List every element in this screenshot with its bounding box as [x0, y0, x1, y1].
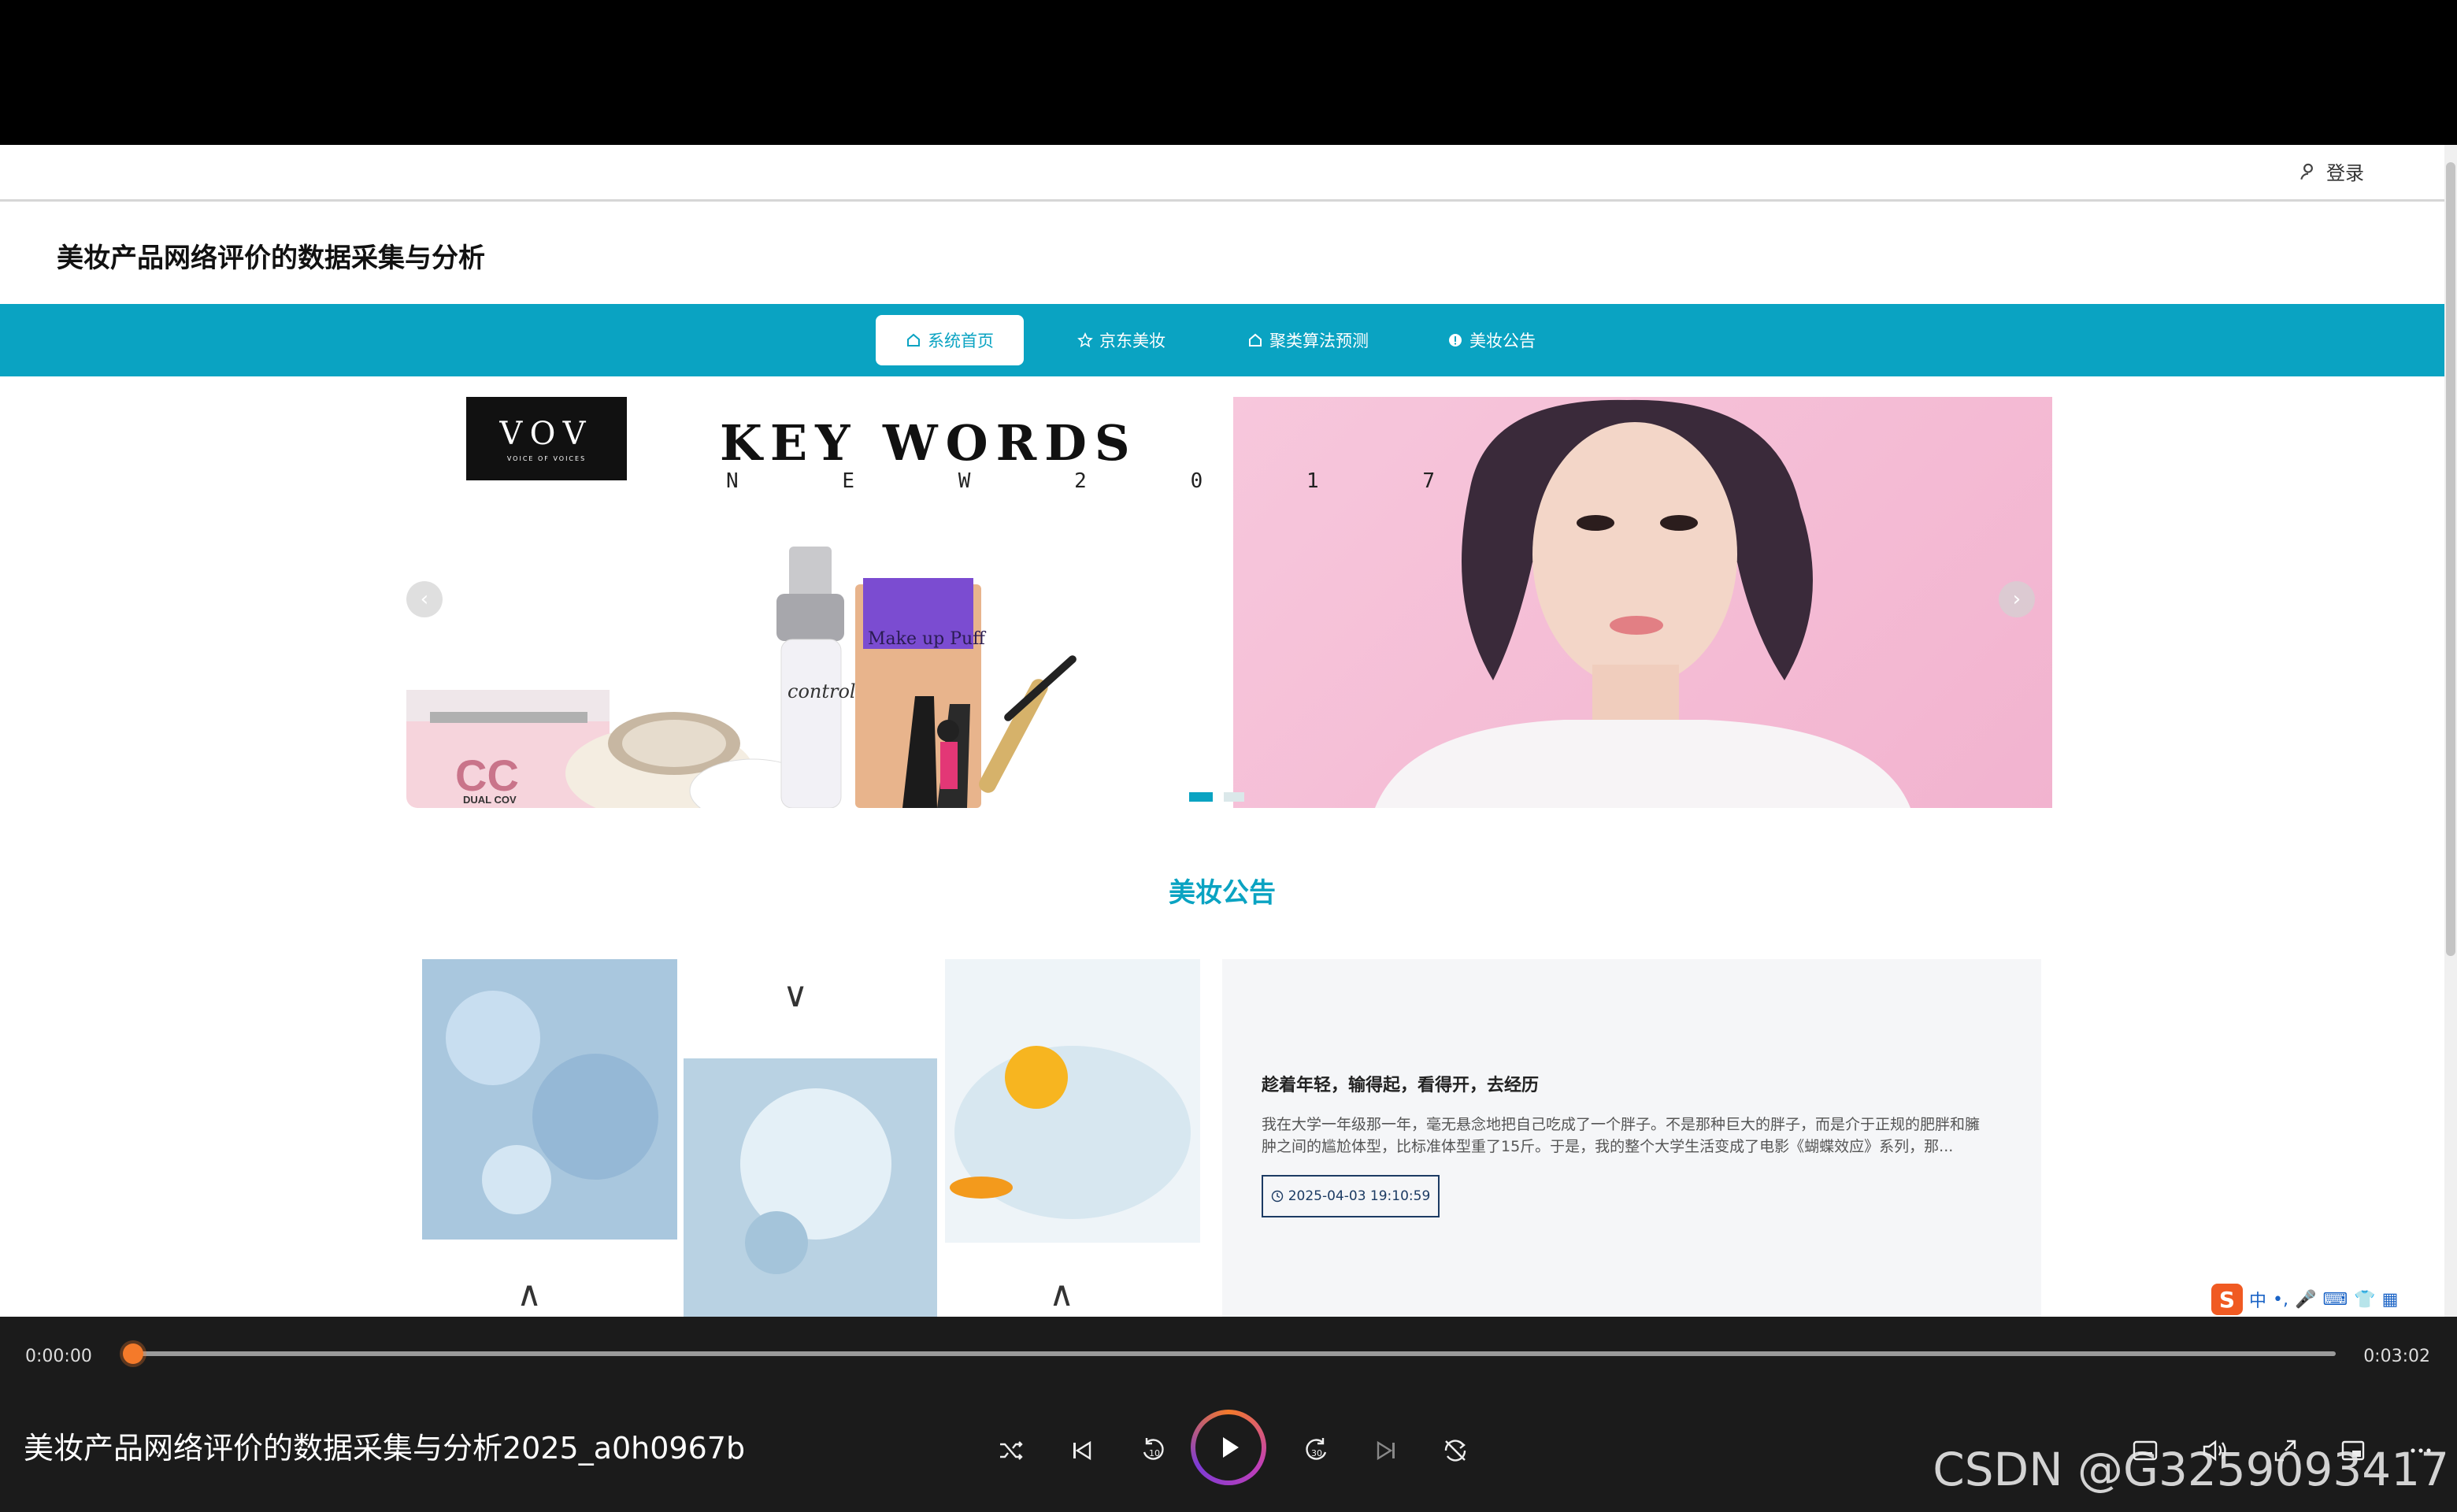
play-icon: [1223, 1437, 1239, 1458]
repeat-button[interactable]: [1438, 1433, 1473, 1468]
current-time: 0:00:00: [25, 1347, 92, 1366]
login-link[interactable]: 登录: [2298, 158, 2364, 185]
model-portrait: [1375, 399, 1910, 808]
skincare-collage: ∨ ∧ ∧: [422, 959, 1200, 1317]
notice-card: 趁着年轻，输得起，看得开，去经历 我在大学一年级那一年，毫无悬念地把自己吃成了一…: [1222, 959, 2041, 1317]
banner-carousel[interactable]: VOV VOICE OF VOICES KEY WORDS CC DUAL CO…: [406, 397, 2052, 808]
shuffle-button[interactable]: [994, 1433, 1028, 1468]
apps-icon[interactable]: ▦: [2382, 1290, 2399, 1310]
csdn-watermark: CSDN @G3259093417: [1933, 1443, 2449, 1496]
progress-handle[interactable]: [123, 1343, 143, 1364]
carousel-dot[interactable]: [1224, 792, 1244, 802]
video-title: 美妆产品网络评价的数据采集与分析2025_a0h0967b: [24, 1431, 746, 1466]
notice-title[interactable]: 趁着年轻，输得起，看得开，去经历: [1262, 1071, 1539, 1096]
chevron-left-icon: ‹: [420, 587, 429, 611]
cc-sub-label: DUAL COV: [463, 794, 517, 806]
nav-item-jd-beauty[interactable]: 京东美妆: [1047, 315, 1195, 365]
ime-language[interactable]: 中: [2249, 1287, 2266, 1312]
home-icon: [907, 333, 920, 346]
info-icon: [1449, 334, 1462, 346]
carousel-dot[interactable]: [1189, 792, 1213, 802]
video-player-controls: 0:00:00 0:03:02 美妆产品网络评价的数据采集与分析2025_a0h…: [0, 1317, 2457, 1512]
nav-item-notice[interactable]: 美妆公告: [1418, 315, 1566, 365]
carousel-next-button[interactable]: ›: [1999, 581, 2035, 617]
carousel-dots: [1189, 792, 1244, 802]
ime-toolbar[interactable]: S 中 •, 🎤 ⌨ 👕 ▦: [2205, 1282, 2405, 1317]
play-button[interactable]: [1191, 1410, 1266, 1485]
cosmetics-illustration: CC DUAL COV control base Make up Puff: [406, 547, 1077, 808]
nav-item-label: 系统首页: [928, 332, 994, 350]
site-title: 美妆产品网络评价的数据采集与分析: [57, 243, 485, 274]
svg-text:10: 10: [1149, 1448, 1160, 1458]
banner-slide-model: [1233, 397, 2052, 808]
notice-date-badge: 2025-04-03 19:10:59: [1262, 1175, 1440, 1217]
banner-slide-products: VOV VOICE OF VOICES KEY WORDS CC DUAL CO…: [406, 397, 1435, 808]
skip-next-icon: [1377, 1440, 1395, 1461]
banner-subline: N E W 2 0 1 7: [726, 469, 1435, 493]
top-bar: 登录: [0, 145, 2444, 202]
keyboard-icon[interactable]: ⌨: [2322, 1290, 2348, 1310]
rewind-10-icon: 10: [1143, 1438, 1164, 1460]
nav-item-label: 聚类算法预测: [1269, 332, 1369, 350]
shuffle-icon: [1000, 1441, 1023, 1460]
nav-item-label: 京东美妆: [1099, 332, 1166, 350]
previous-button[interactable]: [1065, 1433, 1099, 1468]
page-scrollbar[interactable]: [2444, 145, 2457, 1317]
notice-summary: 我在大学一年级那一年，毫无悬念地把自己吃成了一个胖子。不是那种巨大的胖子，而是介…: [1262, 1116, 1981, 1155]
skin-icon[interactable]: 👕: [2354, 1290, 2375, 1310]
skip-previous-icon: [1073, 1440, 1091, 1461]
banner-headline: KEY WORDS: [720, 414, 1138, 472]
svg-text:∨: ∨: [783, 975, 808, 1015]
carousel-prev-button[interactable]: ‹: [406, 581, 443, 617]
sogou-icon: S: [2211, 1284, 2243, 1315]
notice-image[interactable]: ∨ ∧ ∧: [406, 959, 1202, 1317]
nav-item-home[interactable]: 系统首页: [876, 315, 1024, 365]
notice-section-title: 美妆公告: [1169, 877, 1276, 909]
cc-label: CC: [455, 750, 519, 800]
website-viewport: 登录 美妆产品网络评价的数据采集与分析 系统首页 京东美妆 聚类算法预测 美妆公…: [0, 145, 2457, 1317]
svg-text:∧: ∧: [517, 1274, 542, 1314]
puff-label: Make up Puff: [868, 629, 986, 649]
notice-date: 2025-04-03 19:10:59: [1288, 1188, 1431, 1204]
home-icon: [1249, 333, 1262, 346]
progress-bar[interactable]: [134, 1351, 2336, 1356]
vov-logo: VOV VOICE OF VOICES: [466, 397, 627, 480]
star-icon: [1077, 332, 1093, 348]
forward-30-button[interactable]: 30: [1299, 1433, 1334, 1468]
punctuation-icon[interactable]: •,: [2273, 1290, 2288, 1310]
rewind-10-button[interactable]: 10: [1136, 1433, 1170, 1468]
clock-icon: [1271, 1190, 1283, 1203]
next-button[interactable]: [1369, 1433, 1403, 1468]
user-icon: [2300, 163, 2313, 180]
repeat-off-icon: [1444, 1440, 1466, 1462]
svg-text:∧: ∧: [1049, 1274, 1074, 1314]
chevron-right-icon: ›: [2012, 587, 2022, 611]
scrollbar-thumb[interactable]: [2446, 162, 2455, 956]
nav-item-label: 美妆公告: [1469, 332, 1536, 350]
login-label: 登录: [2326, 162, 2364, 184]
screen: 登录 美妆产品网络评价的数据采集与分析 系统首页 京东美妆 聚类算法预测 美妆公…: [0, 0, 2457, 1512]
total-time: 0:03:02: [2363, 1347, 2430, 1366]
svg-text:30: 30: [1311, 1448, 1322, 1458]
main-nav: 系统首页 京东美妆 聚类算法预测 美妆公告: [0, 304, 2444, 376]
nav-item-cluster-predict[interactable]: 聚类算法预测: [1217, 315, 1399, 365]
microphone-icon[interactable]: 🎤: [2295, 1290, 2316, 1310]
forward-30-icon: 30: [1306, 1438, 1327, 1460]
